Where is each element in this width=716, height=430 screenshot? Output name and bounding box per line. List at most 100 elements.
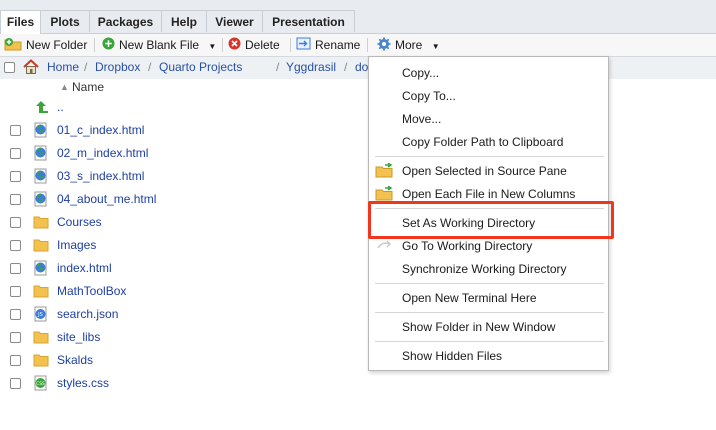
folder-icon [33, 237, 49, 253]
more-label: More [395, 38, 423, 53]
breadcrumb-separator: / [276, 60, 280, 74]
list-item[interactable]: .. [0, 96, 370, 119]
file-checkbox[interactable] [10, 171, 21, 182]
svg-text:JS: JS [37, 312, 43, 318]
toolbar-divider [367, 38, 368, 52]
menu-item-go-to-working-directory[interactable]: Go To Working Directory [402, 239, 532, 253]
menu-item-open-selected-source-pane[interactable]: Open Selected in Source Pane [402, 164, 567, 178]
menu-item-copy-folder-path[interactable]: Copy Folder Path to Clipboard [402, 135, 563, 149]
file-checkbox[interactable] [10, 240, 21, 251]
list-item[interactable]: 02_m_index.html [0, 142, 370, 165]
pane-tab-bar: Files Plots Packages Help Viewer Present… [0, 0, 716, 34]
open-new-columns-icon [375, 185, 395, 202]
delete-label: Delete [245, 38, 280, 52]
new-folder-label: New Folder [26, 38, 88, 53]
tab-packages[interactable]: Packages [90, 10, 162, 32]
new-blank-file-button[interactable]: New Blank File ▼ [102, 37, 216, 53]
parent-directory-icon [33, 99, 49, 115]
file-name[interactable]: 01_c_index.html [57, 123, 144, 137]
menu-divider [375, 341, 604, 342]
file-name[interactable]: Courses [57, 215, 102, 229]
list-item[interactable]: Skalds [0, 349, 370, 372]
file-checkbox[interactable] [10, 125, 21, 136]
file-checkbox[interactable] [10, 217, 21, 228]
menu-item-copy-to[interactable]: Copy To... [402, 89, 456, 103]
new-folder-icon [4, 37, 22, 55]
list-item[interactable]: 03_s_index.html [0, 165, 370, 188]
rename-button[interactable]: Rename [296, 37, 360, 53]
tab-viewer[interactable]: Viewer [207, 10, 263, 32]
file-name[interactable]: Skalds [57, 353, 93, 367]
list-item[interactable]: JS search.json [0, 303, 370, 326]
chevron-down-icon: ▼ [431, 42, 440, 52]
list-item[interactable]: CSS styles.css [0, 372, 370, 395]
menu-divider [375, 312, 604, 313]
name-column-header[interactable]: Name [72, 80, 104, 94]
list-item[interactable]: index.html [0, 257, 370, 280]
menu-item-open-each-file-new-columns[interactable]: Open Each File in New Columns [402, 187, 575, 201]
file-name[interactable]: index.html [57, 261, 112, 275]
file-name[interactable]: 03_s_index.html [57, 169, 144, 183]
file-checkbox[interactable] [10, 378, 21, 389]
toolbar-divider [290, 38, 291, 52]
file-name[interactable]: 04_about_me.html [57, 192, 156, 206]
html-file-icon [33, 122, 49, 138]
menu-item-copy[interactable]: Copy... [402, 66, 439, 80]
breadcrumb-home[interactable]: Home [47, 60, 79, 74]
file-checkbox[interactable] [10, 286, 21, 297]
list-item[interactable]: 04_about_me.html [0, 188, 370, 211]
new-blank-file-label: New Blank File [119, 38, 200, 52]
list-item[interactable]: 01_c_index.html [0, 119, 370, 142]
tab-files[interactable]: Files [0, 10, 41, 34]
file-name[interactable]: styles.css [57, 376, 109, 390]
file-checkbox[interactable] [10, 263, 21, 274]
sort-ascending-icon[interactable]: ▲ [60, 82, 69, 92]
file-name[interactable]: 02_m_index.html [57, 146, 148, 160]
file-checkbox[interactable] [10, 309, 21, 320]
file-checkbox[interactable] [10, 332, 21, 343]
highlight-annotation [368, 201, 614, 239]
folder-icon [33, 352, 49, 368]
file-name[interactable]: MathToolBox [57, 284, 126, 298]
menu-item-synchronize-working-directory[interactable]: Synchronize Working Directory [402, 262, 567, 276]
tab-help[interactable]: Help [162, 10, 207, 32]
css-file-icon: CSS [33, 375, 49, 391]
folder-icon [33, 329, 49, 345]
list-item[interactable]: site_libs [0, 326, 370, 349]
list-item[interactable]: MathToolBox [0, 280, 370, 303]
menu-item-show-hidden-files[interactable]: Show Hidden Files [402, 349, 502, 363]
toolbar-divider [94, 38, 95, 52]
tab-presentation[interactable]: Presentation [263, 10, 355, 32]
file-name[interactable]: site_libs [57, 330, 100, 344]
file-checkbox[interactable] [10, 355, 21, 366]
rename-icon [296, 37, 311, 54]
breadcrumb-yggdrasil[interactable]: Yggdrasil [286, 60, 336, 74]
plus-icon [102, 37, 115, 54]
new-folder-button[interactable]: New Folder [4, 37, 87, 53]
select-all-checkbox[interactable] [4, 62, 15, 73]
folder-icon [33, 283, 49, 299]
tab-plots[interactable]: Plots [41, 10, 90, 32]
file-name[interactable]: Images [57, 238, 96, 252]
breadcrumb-dropbox[interactable]: Dropbox [95, 60, 140, 74]
file-checkbox[interactable] [10, 194, 21, 205]
more-button[interactable]: More ▼ [377, 37, 440, 53]
list-item[interactable]: Images [0, 234, 370, 257]
file-name[interactable]: search.json [57, 307, 118, 321]
file-name[interactable]: .. [57, 100, 64, 114]
menu-item-move[interactable]: Move... [402, 112, 441, 126]
html-file-icon [33, 191, 49, 207]
menu-item-open-new-terminal[interactable]: Open New Terminal Here [402, 291, 537, 305]
html-file-icon [33, 168, 49, 184]
list-item[interactable]: Courses [0, 211, 370, 234]
chevron-down-icon: ▼ [208, 42, 217, 51]
home-icon[interactable] [22, 59, 40, 78]
file-checkbox[interactable] [10, 148, 21, 159]
gear-icon [377, 37, 391, 55]
breadcrumb-quarto-projects[interactable]: Quarto Projects [159, 60, 242, 74]
menu-item-show-folder-new-window[interactable]: Show Folder in New Window [402, 320, 555, 334]
breadcrumb-separator: / [84, 60, 88, 74]
svg-text:CSS: CSS [36, 381, 45, 387]
delete-button[interactable]: Delete [228, 37, 280, 53]
rename-label: Rename [315, 38, 361, 52]
